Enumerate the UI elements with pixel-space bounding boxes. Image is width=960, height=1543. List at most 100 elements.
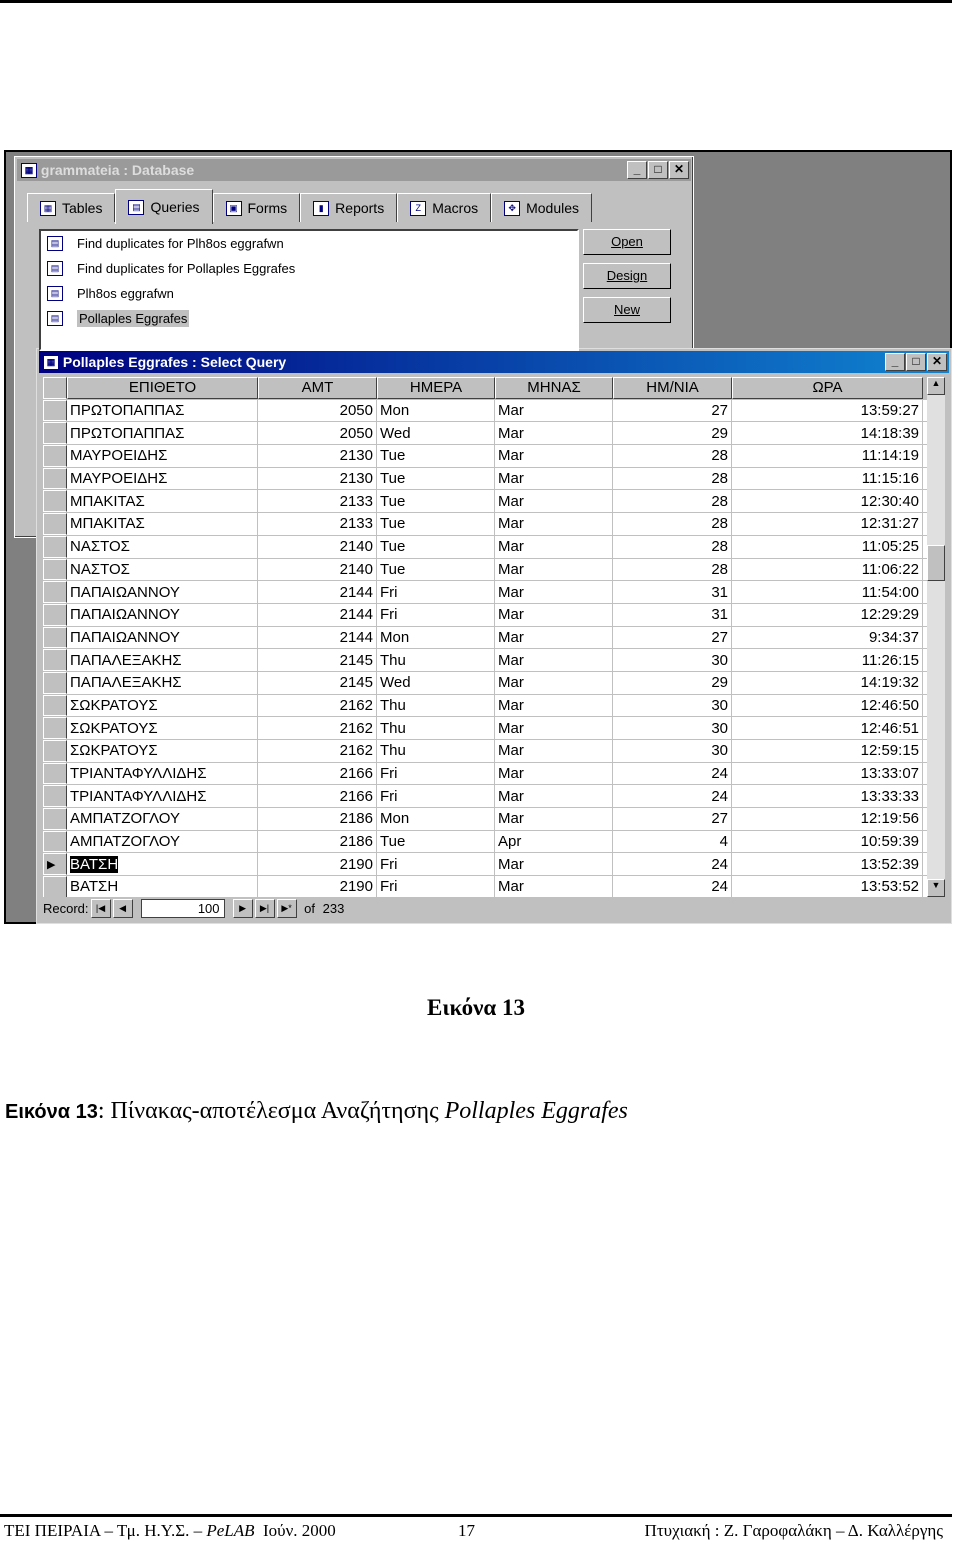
tab-modules[interactable]: ✥ Modules xyxy=(491,193,593,222)
cell-value: Fri xyxy=(380,606,398,624)
maximize-button[interactable]: □ xyxy=(648,161,668,179)
tab-tables[interactable]: ▦ Tables xyxy=(27,193,116,222)
query-list: ▤ Find duplicates for Plh8os eggrafwn ▤ Fin… xyxy=(39,229,579,351)
cell-value: Mar xyxy=(498,810,524,828)
cell-value: Mar xyxy=(498,674,524,692)
tab-forms[interactable]: ▣ Forms xyxy=(212,193,301,222)
cell-0: ΒΑΤΣΗ xyxy=(67,876,258,897)
cell-5: 12:46:51 xyxy=(732,717,923,739)
tab-macros[interactable]: Z Macros xyxy=(397,193,492,222)
row-selector[interactable] xyxy=(43,649,67,671)
design-button[interactable]: Design xyxy=(583,263,671,289)
row-selector[interactable] xyxy=(43,671,67,694)
row-selector[interactable] xyxy=(43,558,67,581)
cell-value: 2186 xyxy=(339,833,373,851)
row-selector[interactable] xyxy=(43,513,67,535)
column-header[interactable]: ΕΠΙΘΕΤΟ xyxy=(67,377,258,399)
cell-value: Mar xyxy=(498,583,524,601)
new-record-button[interactable]: ▶* xyxy=(276,898,297,918)
vertical-scrollbar[interactable]: ▲ ▼ xyxy=(927,377,945,897)
cell-0: ΠΑΠΑΙΩΑΝΝΟΥ xyxy=(67,603,258,626)
cell-4: 24 xyxy=(613,785,732,808)
cell-4: 27 xyxy=(613,626,732,649)
cell-3: Mar xyxy=(495,876,613,897)
previous-record-button[interactable]: ◀ xyxy=(112,898,133,918)
close-button[interactable]: ✕ xyxy=(927,353,947,371)
scroll-down-button[interactable]: ▼ xyxy=(927,879,945,897)
cell-value: Mar xyxy=(498,447,524,465)
query-list-item[interactable]: ▤ Find duplicates for Pollaples Eggrafes xyxy=(41,256,577,281)
row-selector[interactable] xyxy=(43,603,67,626)
cell-value: 2140 xyxy=(339,560,373,578)
row-selector[interactable]: ▶ xyxy=(43,853,67,876)
row-selector[interactable] xyxy=(43,535,67,558)
cell-value: Thu xyxy=(380,651,406,669)
cell-5: 12:30:40 xyxy=(732,490,923,513)
tab-queries[interactable]: ▤ Queries xyxy=(115,189,213,224)
row-selector[interactable] xyxy=(43,581,67,603)
cell-value: 11:15:16 xyxy=(861,470,919,488)
scroll-thumb[interactable] xyxy=(927,545,945,581)
cell-4: 28 xyxy=(613,513,732,535)
row-selector[interactable] xyxy=(43,876,67,897)
minimize-button[interactable]: _ xyxy=(627,161,647,179)
cell-value: 27 xyxy=(711,402,728,420)
row-selector[interactable] xyxy=(43,785,67,808)
open-button[interactable]: Open xyxy=(583,229,671,255)
column-header[interactable]: ΗΜΕΡΑ xyxy=(377,377,495,399)
first-record-button[interactable]: |◀ xyxy=(90,898,111,918)
column-header[interactable]: ΩΡΑ xyxy=(732,377,923,399)
query-list-item[interactable]: ▤ Plh8os eggrafwn xyxy=(41,281,577,306)
query-list-item[interactable]: ▤ Find duplicates for Plh8os eggrafwn xyxy=(41,231,577,256)
column-header[interactable]: AMT xyxy=(258,377,377,399)
scroll-up-button[interactable]: ▲ xyxy=(927,377,945,395)
cell-value: Fri xyxy=(380,787,398,805)
cell-2: Wed xyxy=(377,422,495,445)
column-header[interactable]: ΜΗΝΑΣ xyxy=(495,377,613,399)
row-selector[interactable] xyxy=(43,808,67,830)
query-list-item[interactable]: ▤ Pollaples Eggrafes xyxy=(41,306,577,331)
tab-reports[interactable]: ▮ Reports xyxy=(300,193,398,222)
close-button[interactable]: ✕ xyxy=(669,161,689,179)
footer-left: ΤΕΙ ΠΕΙΡΑΙΑ – Τμ. Η.Υ.Σ. – PeLAB Ιούν. 2… xyxy=(4,1521,336,1541)
row-selector[interactable] xyxy=(43,490,67,513)
row-selector[interactable] xyxy=(43,626,67,649)
cell-1: 2162 xyxy=(258,694,377,717)
cell-2: Tue xyxy=(377,513,495,535)
row-selector[interactable] xyxy=(43,694,67,717)
cell-5: 11:06:22 xyxy=(732,558,923,581)
maximize-button[interactable]: □ xyxy=(906,353,926,371)
cell-value: Fri xyxy=(380,878,398,896)
row-selector[interactable] xyxy=(43,762,67,785)
minimize-button[interactable]: _ xyxy=(885,353,905,371)
cell-3: Mar xyxy=(495,785,613,808)
row-selector[interactable] xyxy=(43,740,67,762)
cell-2: Mon xyxy=(377,399,495,422)
record-label: Record: xyxy=(43,900,89,916)
row-selector[interactable] xyxy=(43,445,67,467)
table-row: ΒΑΤΣΗ 2190 Fri Mar 24 13:53:52 xyxy=(43,876,927,897)
last-record-button[interactable]: ▶| xyxy=(254,898,275,918)
cell-3: Mar xyxy=(495,808,613,830)
select-all-cell[interactable] xyxy=(43,377,67,399)
new-button[interactable]: New xyxy=(583,297,671,323)
cell-value: 12:29:29 xyxy=(860,606,919,624)
cell-value: Mar xyxy=(498,787,524,805)
row-selector[interactable] xyxy=(43,399,67,422)
cell-value: 2050 xyxy=(339,402,373,420)
row-selector[interactable] xyxy=(43,467,67,490)
row-selector[interactable] xyxy=(43,830,67,853)
report-icon: ▮ xyxy=(313,200,330,216)
next-record-button[interactable]: ▶ xyxy=(232,898,253,918)
record-number-input[interactable]: 100 xyxy=(140,898,225,918)
table-row: ΜΑΥΡΟΕΙΔΗΣ 2130 Tue Mar 28 11:14:19 xyxy=(43,445,927,468)
cell-0: ΠΑΠΑΙΩΑΝΝΟΥ xyxy=(67,626,258,649)
row-selector[interactable] xyxy=(43,717,67,739)
cell-value: 11:14:19 xyxy=(861,447,919,465)
query-icon: ▤ xyxy=(47,236,63,251)
cell-2: Thu xyxy=(377,694,495,717)
row-selector[interactable] xyxy=(43,422,67,445)
column-header[interactable]: ΗΜ/ΝΙΑ xyxy=(613,377,732,399)
tab-label: Modules xyxy=(526,200,580,216)
header-row: ΕΠΙΘΕΤΟ AMT ΗΜΕΡΑ ΜΗΝΑΣ ΗΜ/ΝΙΑ ΩΡΑ xyxy=(43,377,927,400)
